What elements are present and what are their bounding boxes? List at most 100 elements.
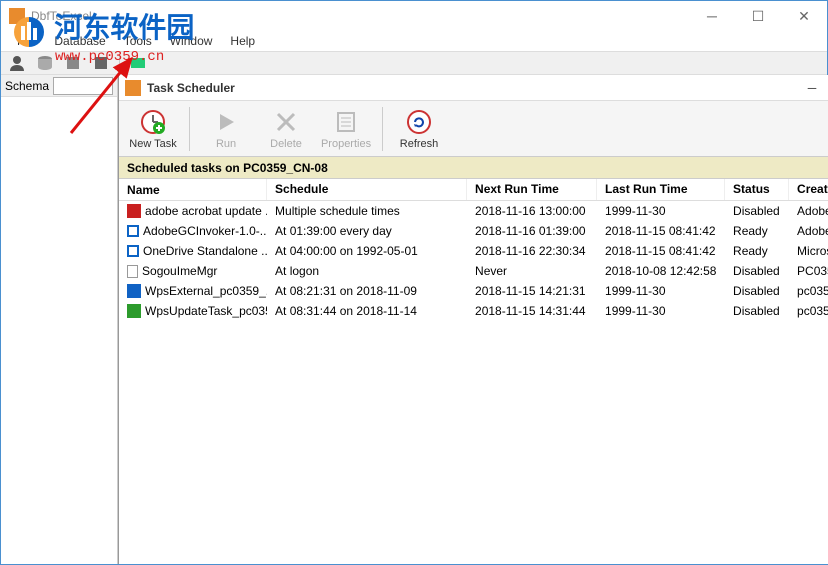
- window-controls: ─ ☐ ✕: [689, 1, 827, 31]
- task-icon: [127, 284, 141, 298]
- maximize-button[interactable]: ☐: [735, 1, 781, 31]
- col-next-run[interactable]: Next Run Time: [467, 179, 597, 200]
- cell-creator: pc0359: [789, 302, 828, 320]
- toolbar-icon-3[interactable]: [63, 53, 83, 73]
- cell-last: 2018-10-08 12:42:58: [597, 262, 725, 280]
- cell-last: 2018-11-15 08:41:42: [597, 242, 725, 260]
- minimize-button[interactable]: ─: [689, 1, 735, 31]
- menu-file[interactable]: File: [9, 32, 44, 50]
- cell-creator: Microsoft C: [789, 242, 828, 260]
- refresh-label: Refresh: [400, 138, 439, 150]
- titlebar: DbfToExcel ─ ☐ ✕: [1, 1, 827, 31]
- task-scheduler-window: Task Scheduler ─ ☐ New Task Run: [118, 75, 828, 564]
- menubar: File Database Tools Window Help: [1, 31, 827, 51]
- cell-next: 2018-11-16 13:00:00: [467, 202, 597, 220]
- cell-status: Ready: [725, 222, 789, 240]
- task-icon: [127, 265, 138, 278]
- cell-name: adobe acrobat update ...: [119, 202, 267, 220]
- refresh-button[interactable]: Refresh: [389, 103, 449, 155]
- toolbar-separator: [382, 107, 383, 151]
- cell-next: 2018-11-16 22:30:34: [467, 242, 597, 260]
- task-row[interactable]: WpsExternal_pc0359_...At 08:21:31 on 201…: [119, 281, 828, 301]
- col-last-run[interactable]: Last Run Time: [597, 179, 725, 200]
- task-icon: [127, 225, 139, 237]
- new-task-label: New Task: [129, 138, 176, 150]
- new-task-button[interactable]: New Task: [123, 103, 183, 155]
- app-title: DbfToExcel: [31, 9, 92, 23]
- task-row[interactable]: WpsUpdateTask_pc0359At 08:31:44 on 2018-…: [119, 301, 828, 321]
- run-button[interactable]: Run: [196, 103, 256, 155]
- schema-bar: Schema: [1, 75, 117, 97]
- run-icon: [212, 108, 240, 136]
- cell-name: OneDrive Standalone ...: [119, 242, 267, 260]
- scheduler-icon: [125, 80, 141, 96]
- schema-input[interactable]: [53, 77, 113, 95]
- menu-window[interactable]: Window: [162, 32, 221, 50]
- task-row[interactable]: AdobeGCInvoker-1.0-...At 01:39:00 every …: [119, 221, 828, 241]
- scheduler-window-controls: ─ ☐: [802, 81, 828, 95]
- properties-button[interactable]: Properties: [316, 103, 376, 155]
- cell-creator: Adobe Syst: [789, 202, 828, 220]
- cell-creator: PC0359_CN: [789, 262, 828, 280]
- delete-button[interactable]: Delete: [256, 103, 316, 155]
- new-task-icon: [139, 108, 167, 136]
- cell-last: 1999-11-30: [597, 282, 725, 300]
- close-button[interactable]: ✕: [781, 1, 827, 31]
- scheduler-titlebar: Task Scheduler ─ ☐: [119, 75, 828, 101]
- col-name[interactable]: Name: [119, 179, 267, 200]
- cell-name: WpsUpdateTask_pc0359: [119, 302, 267, 320]
- cell-name: WpsExternal_pc0359_...: [119, 282, 267, 300]
- cell-next: 2018-11-15 14:31:44: [467, 302, 597, 320]
- cell-last: 1999-11-30: [597, 302, 725, 320]
- cell-next: 2018-11-16 01:39:00: [467, 222, 597, 240]
- delete-icon: [272, 108, 300, 136]
- menu-tools[interactable]: Tools: [116, 32, 160, 50]
- scheduler-toolbar: New Task Run Delete Properties: [119, 101, 828, 157]
- delete-label: Delete: [270, 138, 302, 150]
- cell-schedule: At logon: [267, 262, 467, 280]
- grid-body: adobe acrobat update ...Multiple schedul…: [119, 201, 828, 321]
- toolbar-separator: [189, 107, 190, 151]
- cell-schedule: At 04:00:00 on 1992-05-01: [267, 242, 467, 260]
- task-row[interactable]: OneDrive Standalone ...At 04:00:00 on 19…: [119, 241, 828, 261]
- menu-database[interactable]: Database: [46, 32, 113, 50]
- run-label: Run: [216, 138, 236, 150]
- cell-status: Disabled: [725, 202, 789, 220]
- db-connect-icon[interactable]: [35, 53, 55, 73]
- main-toolbar: [1, 51, 827, 75]
- col-schedule[interactable]: Schedule: [267, 179, 467, 200]
- cell-schedule: At 01:39:00 every day: [267, 222, 467, 240]
- cell-last: 2018-11-15 08:41:42: [597, 222, 725, 240]
- cell-next: 2018-11-15 14:21:31: [467, 282, 597, 300]
- properties-icon: [332, 108, 360, 136]
- properties-label: Properties: [321, 138, 371, 150]
- task-grid: Name Schedule Next Run Time Last Run Tim…: [119, 179, 828, 564]
- task-icon: [127, 245, 139, 257]
- menu-help[interactable]: Help: [222, 32, 263, 50]
- refresh-icon: [405, 108, 433, 136]
- task-icon: [127, 204, 141, 218]
- task-row[interactable]: adobe acrobat update ...Multiple schedul…: [119, 201, 828, 221]
- db-user-icon[interactable]: [7, 53, 27, 73]
- cell-schedule: Multiple schedule times: [267, 202, 467, 220]
- col-status[interactable]: Status: [725, 179, 789, 200]
- col-creator[interactable]: Creator: [789, 179, 828, 200]
- app-icon: [9, 8, 25, 24]
- task-icon: [127, 304, 141, 318]
- schema-label: Schema: [5, 79, 49, 93]
- left-panel: Schema: [1, 75, 118, 564]
- cell-name: SogouImeMgr: [119, 262, 267, 280]
- cell-schedule: At 08:21:31 on 2018-11-09: [267, 282, 467, 300]
- cell-name: AdobeGCInvoker-1.0-...: [119, 222, 267, 240]
- cell-creator: pc0359: [789, 282, 828, 300]
- task-row[interactable]: SogouImeMgrAt logonNever2018-10-08 12:42…: [119, 261, 828, 281]
- scheduler-minimize-button[interactable]: ─: [802, 81, 823, 95]
- grid-header: Name Schedule Next Run Time Last Run Tim…: [119, 179, 828, 201]
- cell-schedule: At 08:31:44 on 2018-11-14: [267, 302, 467, 320]
- cell-creator: Adobe Syst: [789, 222, 828, 240]
- workspace: Schema Task Scheduler ─ ☐ New Task: [1, 75, 827, 564]
- cell-status: Disabled: [725, 282, 789, 300]
- toolbar-icon-4[interactable]: [91, 53, 111, 73]
- toolbar-icon-5[interactable]: [128, 53, 148, 73]
- cell-last: 1999-11-30: [597, 202, 725, 220]
